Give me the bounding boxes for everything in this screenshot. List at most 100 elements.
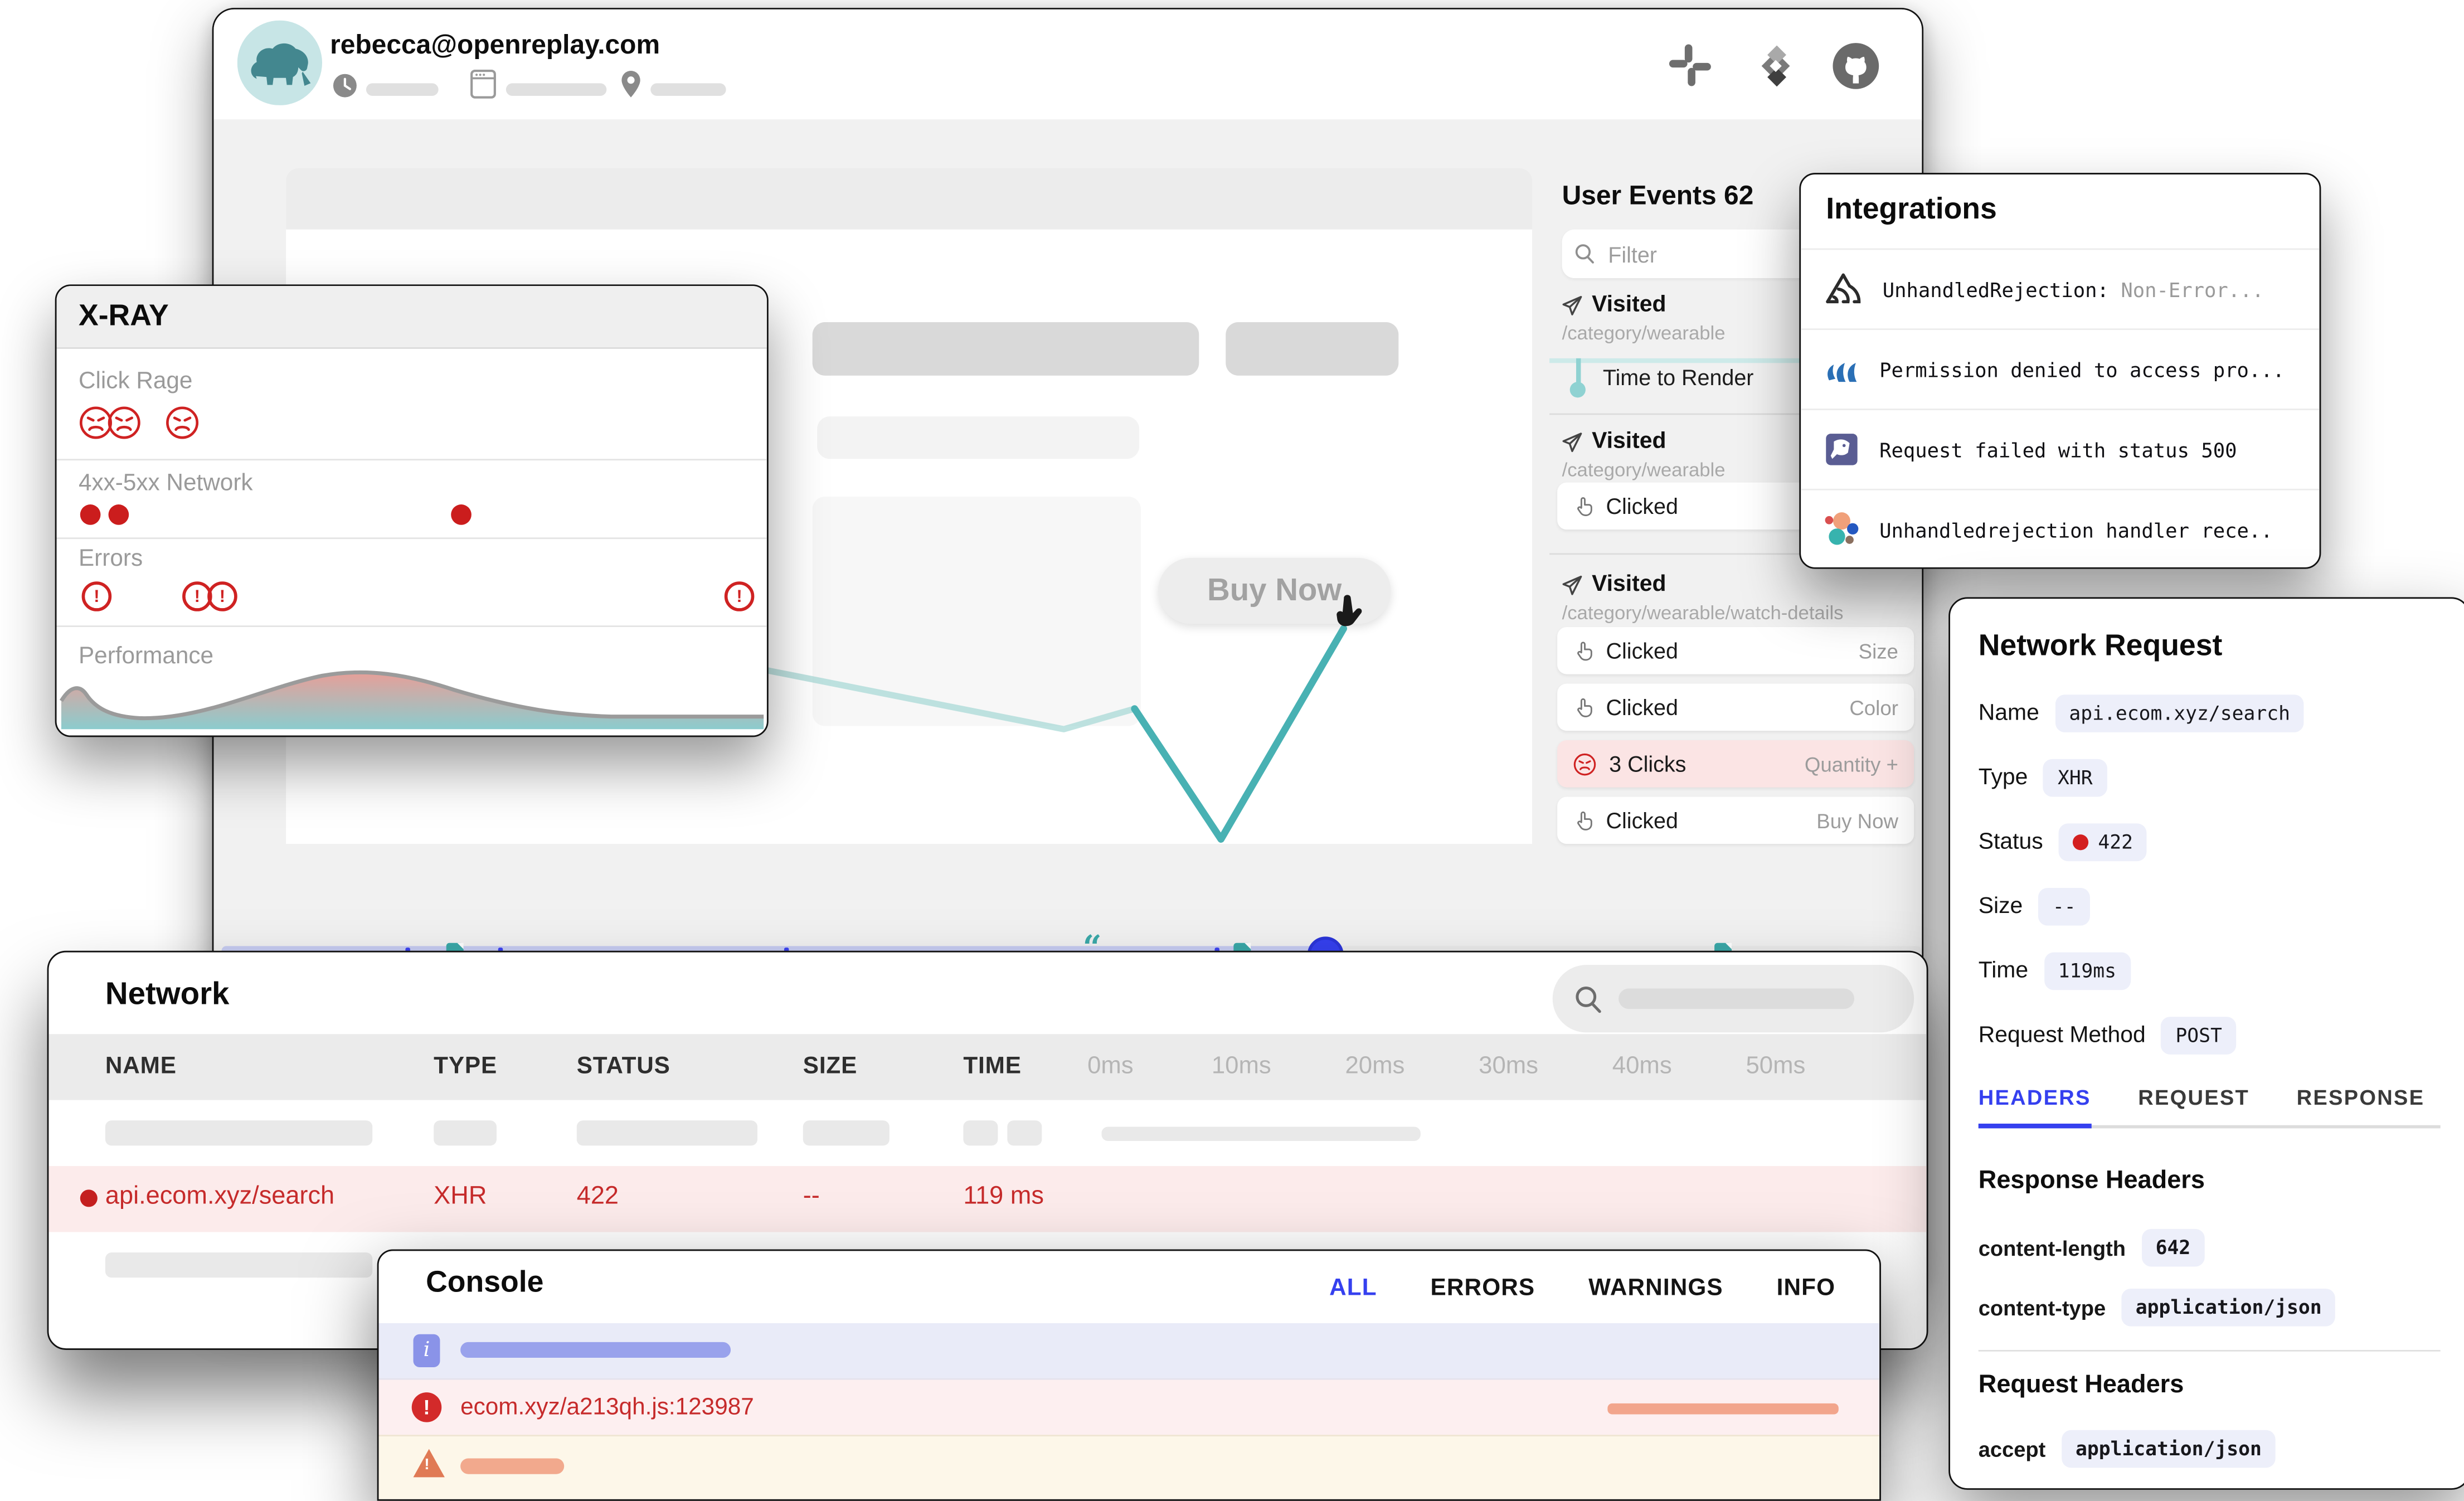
xray-click-rage-label: Click Rage: [79, 368, 193, 395]
field-name: Name api.ecom.xyz/search: [1979, 690, 2305, 737]
divider: [57, 625, 767, 627]
network-error-dot[interactable]: [80, 504, 101, 525]
network-error-dot[interactable]: [451, 504, 472, 525]
network-error-dot[interactable]: [109, 504, 129, 525]
sentry-icon: [1823, 270, 1864, 308]
error-icon[interactable]: !: [207, 581, 237, 611]
navigate-icon: [1562, 431, 1583, 452]
console-tab-all[interactable]: ALL: [1329, 1274, 1377, 1300]
clock-icon: [332, 72, 358, 103]
col-size: SIZE: [803, 1053, 857, 1080]
error-icon[interactable]: !: [725, 581, 755, 611]
error-status-dot: [80, 1189, 98, 1207]
browser-icon: [470, 69, 497, 99]
angry-face-icon[interactable]: [107, 405, 142, 440]
timing-col: 40ms: [1612, 1053, 1672, 1081]
header-content-type: content-type application/json: [1979, 1284, 2336, 1332]
request-size: --: [803, 1183, 820, 1212]
integration-row-waves[interactable]: Permission denied to access pro...: [1801, 328, 2319, 409]
event-visited-1[interactable]: Visited: [1562, 292, 1666, 317]
integration-row-sentry[interactable]: UnhandledRejection: Non-Error...: [1801, 248, 2319, 328]
network-table-header: NAME TYPE STATUS SIZE TIME 0ms 10ms 20ms…: [48, 1034, 1926, 1100]
console-warning-row[interactable]: [378, 1435, 1879, 1499]
warning-message-skeleton: [460, 1458, 564, 1474]
request-type: XHR: [434, 1183, 487, 1212]
network-row-skeleton[interactable]: [48, 1100, 1926, 1166]
field-method-value: POST: [2161, 1017, 2236, 1055]
console-info-row[interactable]: i: [378, 1323, 1879, 1378]
network-panel-title: Network: [105, 978, 229, 1014]
field-time-value: 119ms: [2044, 953, 2130, 990]
location-pin-icon: [619, 69, 646, 99]
datadog-icon: [1823, 431, 1861, 469]
header-accept: accept application/json: [1979, 1425, 2276, 1473]
error-message-skeleton: [1607, 1403, 1838, 1415]
click-finger-icon: [1573, 696, 1593, 718]
console-tab-warnings[interactable]: WARNINGS: [1588, 1274, 1723, 1300]
network-request-title: Network Request: [1979, 630, 2223, 665]
integration-row-elastic[interactable]: Unhandledrejection handler rece..: [1801, 489, 2319, 569]
xray-title: X-RAY: [57, 286, 767, 349]
console-tab-errors[interactable]: ERRORS: [1431, 1274, 1535, 1300]
console-panel: Console ALL ERRORS WARNINGS INFO i ! eco…: [377, 1250, 1881, 1501]
integrations-panel: Integrations UnhandledRejection: Non-Err…: [1799, 173, 2321, 569]
skeleton-image-block: [813, 497, 1141, 726]
event-path: /category/wearable: [1562, 459, 1726, 480]
user-events-count: 62: [1724, 181, 1753, 211]
divider: [1979, 1350, 2441, 1352]
jira-icon[interactable]: [1749, 39, 1802, 93]
skeleton-block: [1226, 322, 1398, 376]
timing-col: 20ms: [1345, 1053, 1404, 1081]
request-status: 422: [577, 1183, 619, 1212]
elastic-icon: [1823, 511, 1861, 548]
network-request-tabs: HEADERS REQUEST RESPONSE: [1979, 1086, 2441, 1128]
col-time: TIME: [963, 1053, 1021, 1080]
col-status: STATUS: [577, 1053, 670, 1080]
time-to-render-label[interactable]: Time to Render: [1603, 365, 1754, 390]
divider: [57, 459, 767, 460]
time-to-render-dot: [1570, 382, 1586, 397]
event-clicked-color-card[interactable]: Clicked Color: [1557, 683, 1914, 731]
stage: rebecca@openreplay.com: [0, 0, 2464, 1490]
navigate-icon: [1562, 295, 1583, 315]
tab-request[interactable]: REQUEST: [2138, 1086, 2249, 1125]
integration-row-datadog[interactable]: Request failed with status 500: [1801, 409, 2319, 489]
github-icon[interactable]: [1831, 41, 1884, 94]
session-user-email: rebecca@openreplay.com: [330, 30, 660, 61]
field-type: Type XHR: [1979, 754, 2107, 801]
click-finger-icon: [1573, 495, 1593, 517]
avatar: [237, 21, 322, 105]
tab-headers[interactable]: HEADERS: [1979, 1086, 2091, 1128]
request-headers-heading: Request Headers: [1979, 1372, 2184, 1400]
angry-face-icon: [1573, 752, 1596, 775]
col-name: NAME: [105, 1053, 177, 1080]
angry-face-icon[interactable]: [165, 405, 200, 440]
timing-col: 10ms: [1212, 1053, 1271, 1081]
event-visited-3[interactable]: Visited: [1562, 572, 1666, 597]
field-name-value: api.ecom.xyz/search: [2055, 694, 2304, 732]
slack-icon[interactable]: [1667, 42, 1721, 96]
rhino-avatar-icon: [237, 21, 322, 105]
buy-now-button[interactable]: Buy Now: [1158, 558, 1391, 624]
field-time: Time 119ms: [1979, 948, 2131, 995]
network-row-failed-request[interactable]: api.ecom.xyz/search XHR 422 -- 119 ms: [48, 1166, 1926, 1232]
info-message-skeleton: [460, 1342, 731, 1358]
info-icon: i: [414, 1334, 440, 1367]
error-icon[interactable]: !: [82, 581, 112, 611]
network-search-box[interactable]: [1553, 965, 1914, 1032]
event-rage-click-card[interactable]: 3 Clicks Quantity +: [1557, 740, 1914, 788]
timing-col: 0ms: [1087, 1053, 1134, 1081]
console-tab-info[interactable]: INFO: [1777, 1274, 1836, 1300]
console-error-row[interactable]: ! ecom.xyz/a213qh.js:123987: [378, 1378, 1879, 1435]
tab-response[interactable]: RESPONSE: [2297, 1086, 2425, 1125]
session-duration-skeleton: [366, 83, 439, 96]
event-clicked-buynow-card[interactable]: Clicked Buy Now: [1557, 796, 1914, 844]
blue-waves-icon: [1823, 351, 1861, 388]
event-visited-2[interactable]: Visited: [1562, 429, 1666, 454]
status-error-dot: [2073, 834, 2088, 850]
field-request-method: Request Method POST: [1979, 1012, 2236, 1060]
col-type: TYPE: [434, 1053, 497, 1080]
browser-name-skeleton: [506, 83, 606, 96]
event-clicked-size-card[interactable]: Clicked Size: [1557, 627, 1914, 674]
search-input-skeleton: [1619, 988, 1854, 1009]
